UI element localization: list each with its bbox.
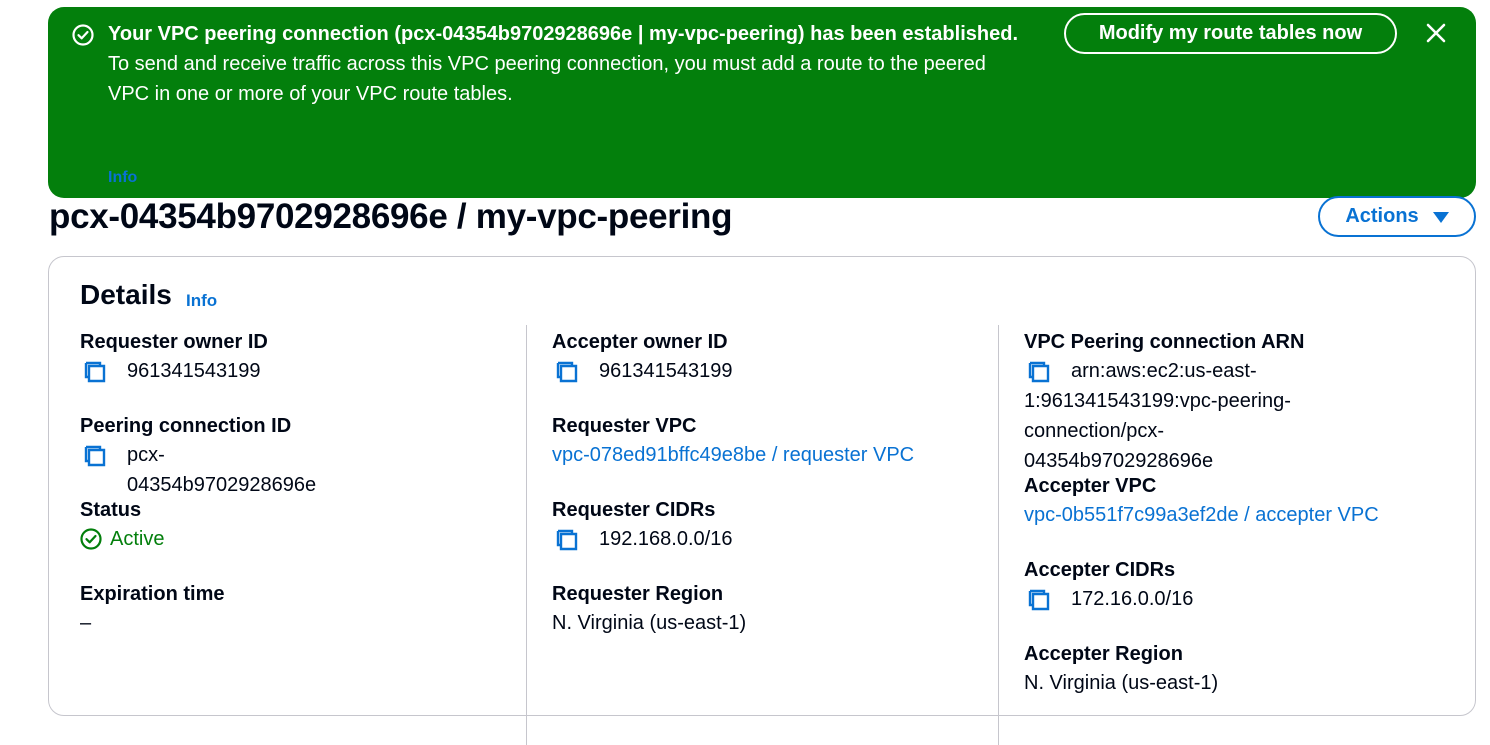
- arn-value: arn:aws:ec2:us-east- 1:961341543199:vpc-…: [1024, 356, 1304, 476]
- copy-row: 961341543199: [80, 356, 268, 386]
- column-divider: [526, 325, 527, 745]
- flash-info-link[interactable]: Info: [108, 169, 137, 187]
- status-field: Status Active: [80, 496, 164, 554]
- field-label: Requester CIDRs: [552, 499, 716, 521]
- accepter-vpc-field: Accepter VPC vpc-0b551f7c99a3ef2de / acc…: [1024, 472, 1379, 530]
- field-label: Requester Region: [552, 583, 724, 605]
- field-value: 961341543199: [599, 360, 733, 382]
- field-label: Status: [80, 499, 142, 521]
- field-value: pcx-04354b9702928696e: [127, 444, 317, 496]
- column-divider: [998, 325, 999, 745]
- field-value: 961341543199: [127, 360, 261, 382]
- requester-region-field: Requester Region N. Virginia (us-east-1): [552, 580, 746, 638]
- field-label: Expiration time: [80, 583, 225, 605]
- copy-row: 192.168.0.0/16: [552, 524, 732, 554]
- copy-icon[interactable]: [556, 529, 580, 553]
- accepter-region-field: Accepter Region N. Virginia (us-east-1): [1024, 640, 1218, 698]
- actions-button[interactable]: Actions: [1318, 196, 1476, 237]
- requester-vpc-field: Requester VPC vpc-078ed91bffc49e8be / re…: [552, 412, 914, 470]
- field-label: Accepter CIDRs: [1024, 559, 1176, 581]
- close-icon[interactable]: [1424, 21, 1448, 45]
- field-value: –: [80, 612, 92, 634]
- copy-row: 961341543199: [552, 356, 732, 386]
- field-label: Accepter VPC: [1024, 475, 1157, 497]
- field-value: 172.16.0.0/16: [1071, 588, 1194, 610]
- expiration-field: Expiration time –: [80, 580, 224, 638]
- copy-icon[interactable]: [556, 361, 580, 385]
- copy-row: pcx-04354b9702928696e: [80, 440, 316, 500]
- requester-owner-field: Requester owner ID 961341543199: [80, 328, 268, 386]
- details-info-link[interactable]: Info: [186, 291, 217, 311]
- accepter-owner-field: Accepter owner ID 961341543199: [552, 328, 732, 386]
- field-value: N. Virginia (us-east-1): [1024, 672, 1219, 694]
- requester-cidrs-field: Requester CIDRs 192.168.0.0/16: [552, 496, 732, 554]
- copy-row: 172.16.0.0/16: [1024, 584, 1193, 614]
- field-label: Accepter owner ID: [552, 331, 728, 353]
- caret-down-icon: [1432, 212, 1449, 223]
- field-label: Accepter Region: [1024, 643, 1183, 665]
- copy-icon[interactable]: [84, 445, 108, 469]
- field-label: VPC Peering connection ARN: [1024, 331, 1305, 353]
- status-badge: Active: [80, 524, 164, 554]
- arn-line: connection/pcx-04354b9702928696e: [1024, 420, 1214, 472]
- status-value: Active: [110, 528, 165, 550]
- peering-id-field: Peering connection ID pcx-04354b97029286…: [80, 412, 316, 500]
- flash-title: Your VPC peering connection (pcx-04354b9…: [108, 23, 1018, 45]
- flash-body: To send and receive traffic across this …: [108, 53, 986, 105]
- copy-icon[interactable]: [1028, 361, 1052, 385]
- field-label: Requester VPC: [552, 415, 697, 437]
- accepter-cidrs-field: Accepter CIDRs 172.16.0.0/16: [1024, 556, 1193, 614]
- check-circle-icon: [80, 528, 102, 550]
- arn-field: VPC Peering connection ARN arn:aws:ec2:u…: [1024, 328, 1304, 476]
- page-title: pcx-04354b9702928696e / my-vpc-peering: [49, 197, 733, 236]
- requester-vpc-link[interactable]: vpc-078ed91bffc49e8be / requester VPC: [552, 440, 914, 470]
- modify-route-tables-button[interactable]: Modify my route tables now: [1064, 13, 1397, 54]
- success-flash-banner: Your VPC peering connection (pcx-04354b9…: [48, 7, 1476, 198]
- field-value: N. Virginia (us-east-1): [552, 612, 747, 634]
- check-circle-icon: [72, 24, 94, 46]
- details-title: Details: [80, 279, 172, 310]
- accepter-vpc-link[interactable]: vpc-0b551f7c99a3ef2de / accepter VPC: [1024, 500, 1379, 530]
- copy-icon[interactable]: [84, 361, 108, 385]
- field-value: 192.168.0.0/16: [599, 528, 733, 550]
- arn-line: arn:aws:ec2:us-east-: [1071, 360, 1257, 382]
- details-panel: Details Info Requester owner ID 96134154…: [48, 256, 1476, 745]
- field-label: Peering connection ID: [80, 415, 292, 437]
- arn-line: 1:961341543199:vpc-peering-: [1024, 390, 1291, 412]
- flash-message: Your VPC peering connection (pcx-04354b9…: [108, 19, 1018, 109]
- field-label: Requester owner ID: [80, 331, 268, 353]
- actions-button-label: Actions: [1345, 205, 1419, 227]
- copy-icon[interactable]: [1028, 589, 1052, 613]
